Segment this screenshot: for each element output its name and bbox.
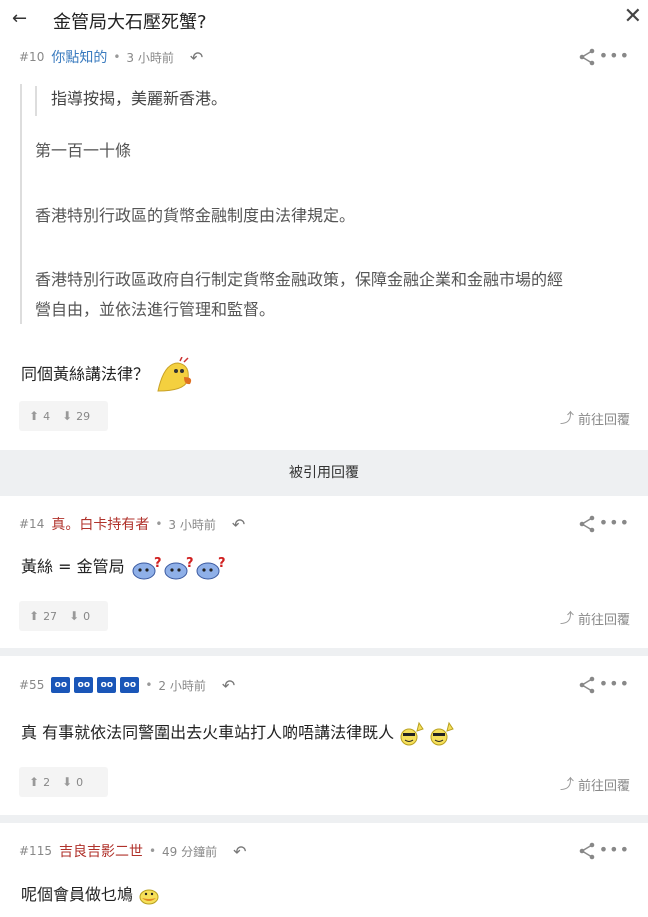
duck-emoji-icon — [139, 889, 159, 904]
more-options-icon[interactable]: ••• — [599, 513, 630, 532]
username[interactable]: 真。白卡持有者 — [51, 514, 149, 534]
upvote-icon[interactable]: ⬆ — [29, 409, 39, 423]
post-body-text: 真 有事就依法同警圍出去火車站打人啲唔講法律既人 — [21, 723, 395, 742]
goto-reply-button[interactable]: ⤴ 前往回覆 — [560, 608, 630, 628]
post-body-text: 黃絲 = 金管局 — [21, 557, 125, 576]
post-body: 真 有事就依法同警圍出去火車站打人啲唔講法律既人 — [21, 719, 457, 747]
upvote-icon[interactable]: ⬆ — [29, 609, 39, 623]
reply-icon[interactable]: ↶ — [222, 676, 235, 695]
post-body: 呢個會員做乜鳩 — [21, 881, 160, 906]
downvote-icon[interactable]: ⬇ — [62, 775, 72, 789]
share-icon[interactable] — [578, 48, 596, 66]
username[interactable]: 你點知的 — [51, 47, 107, 67]
separator — [0, 815, 648, 823]
upvote-count: 4 — [43, 409, 51, 423]
yellow-bird-emoji-icon — [157, 357, 192, 392]
post-number: #55 — [19, 678, 45, 692]
quote-line: 營自由，並依法進行管理和監督。 — [35, 300, 276, 319]
post-body: 黃絲 = 金管局 ? ? ? — [21, 553, 226, 581]
top-bar: ← 金管局大石壓死蟹? ✕ — [0, 0, 648, 40]
quote-line: 第一百一十條 — [35, 141, 132, 160]
share-icon[interactable] — [578, 842, 596, 860]
post-meta: #14 真。白卡持有者 • 3 小時前 ↶ — [19, 514, 245, 534]
post-meta: #115 吉良吉影二世 • 49 分鐘前 ↶ — [19, 841, 247, 861]
post-body: 同個黃絲講法律？ — [21, 357, 196, 393]
upvote-count: 2 — [43, 775, 51, 789]
post-115: #115 吉良吉影二世 • 49 分鐘前 ↶ ••• 呢個會員做乜鳩 — [0, 823, 648, 917]
goto-reply-button[interactable]: ⤴ 前往回覆 — [560, 774, 630, 794]
blue-creature-question-emoji-icon: ? ? ? — [132, 556, 226, 579]
more-options-icon[interactable]: ••• — [599, 674, 630, 693]
quoted-replies-bar[interactable]: 被引用回覆 — [0, 450, 648, 496]
reply-icon[interactable]: ↶ — [233, 842, 246, 861]
upvote-count: 27 — [43, 609, 58, 623]
share-icon[interactable] — [578, 676, 596, 694]
post-number: #14 — [19, 517, 45, 531]
vote-box: ⬆ 2 ⬇ 0 — [19, 767, 108, 797]
quote-line: 香港特別行政區政府自行制定貨幣金融政策，保障金融企業和金融市場的經 — [35, 270, 564, 289]
post-14: #14 真。白卡持有者 • 3 小時前 ↶ ••• 黃絲 = 金管局 ? ? ?… — [0, 496, 648, 648]
post-number: #10 — [19, 50, 45, 64]
more-options-icon[interactable]: ••• — [599, 840, 630, 859]
downvote-count: 0 — [76, 775, 84, 789]
downvote-count: 0 — [83, 609, 91, 623]
reply-icon[interactable]: ↶ — [190, 48, 203, 67]
post-time: 3 小時前 — [126, 50, 174, 65]
post-time: 3 小時前 — [168, 517, 216, 532]
goto-reply-label: 前往回覆 — [577, 612, 630, 628]
post-meta: #55 oo oo oo oo • 2 小時前 ↶ — [19, 675, 235, 695]
more-options-icon[interactable]: ••• — [599, 46, 630, 65]
vote-box: ⬆ 4 ⬇ 29 — [19, 401, 108, 431]
goto-reply-button[interactable]: ⤴ 前往回覆 — [560, 408, 630, 428]
nested-quote: 指導按揭，美麗新香港。 — [35, 86, 227, 116]
post-time: 2 小時前 — [158, 678, 206, 693]
tool-icon: ⤴ — [559, 777, 574, 793]
goto-reply-label: 前往回覆 — [577, 778, 630, 794]
thread-title: 金管局大石壓死蟹? — [53, 12, 207, 33]
post-body-text: 同個黃絲講法律？ — [21, 364, 150, 384]
tool-icon: ⤴ — [559, 411, 574, 427]
share-icon[interactable] — [578, 515, 596, 533]
user-badge: oo — [120, 677, 140, 693]
downvote-icon[interactable]: ⬇ — [62, 409, 72, 423]
goto-reply-label: 前往回覆 — [577, 412, 630, 428]
meta-dot: • — [145, 678, 153, 692]
svg-text:?: ? — [218, 556, 226, 571]
username[interactable]: 吉良吉影二世 — [59, 841, 143, 861]
post-55: #55 oo oo oo oo • 2 小時前 ↶ ••• 真 有事就依法同警圍… — [0, 656, 648, 815]
quote-line: 香港特別行政區的貨幣金融制度由法律規定。 — [35, 206, 356, 225]
arrow-left-icon[interactable]: ← — [12, 8, 27, 29]
user-badge: oo — [51, 677, 71, 693]
meta-dot: • — [113, 50, 121, 64]
svg-text:?: ? — [154, 556, 162, 571]
post-time: 49 分鐘前 — [162, 844, 218, 859]
svg-text:?: ? — [186, 556, 194, 571]
user-badge: oo — [74, 677, 94, 693]
upvote-icon[interactable]: ⬆ — [29, 775, 39, 789]
meta-dot: • — [155, 517, 163, 531]
close-icon[interactable]: ✕ — [624, 4, 642, 29]
thumbs-up-smiley-emoji-icon — [400, 721, 454, 745]
user-badge: oo — [97, 677, 117, 693]
vote-box: ⬆ 27 ⬇ 0 — [19, 601, 108, 631]
downvote-count: 29 — [76, 409, 91, 423]
reply-icon[interactable]: ↶ — [232, 515, 245, 534]
post-body-text: 呢個會員做乜鳩 — [21, 885, 134, 904]
tool-icon: ⤴ — [559, 611, 574, 627]
meta-dot: • — [148, 844, 157, 858]
downvote-icon[interactable]: ⬇ — [69, 609, 79, 623]
post-10: #10 你點知的 • 3 小時前 ↶ ••• 指導按揭，美麗新香港。 第一百一十… — [0, 40, 648, 442]
separator — [0, 648, 648, 656]
post-meta: #10 你點知的 • 3 小時前 ↶ — [19, 47, 203, 67]
user-badges[interactable]: oo oo oo oo — [51, 677, 143, 693]
post-number: #115 — [19, 844, 52, 858]
